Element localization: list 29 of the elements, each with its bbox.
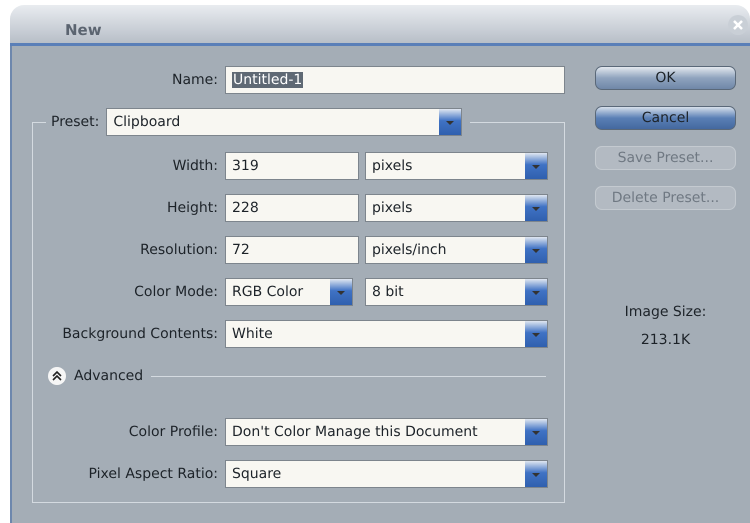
name-field[interactable]: Untitled-1 xyxy=(225,66,565,94)
bit-depth-dropdown[interactable]: 8 bit xyxy=(365,278,548,306)
image-size-label: Image Size: xyxy=(624,304,706,320)
number-field[interactable]: 72 xyxy=(225,236,359,264)
field-label: Name: xyxy=(170,72,219,88)
field-label: Height: xyxy=(166,200,219,216)
field-label: Preset: xyxy=(50,114,100,130)
unit-dropdown[interactable]: pixels xyxy=(365,152,548,180)
preset-dropdown[interactable]: Clipboard xyxy=(106,108,462,136)
unit-dropdown[interactable]: pixels/inch xyxy=(365,236,548,264)
color-mode-dropdown[interactable]: RGB Color xyxy=(225,278,353,306)
field-label: Width: xyxy=(172,158,219,174)
background-dropdown[interactable]: White xyxy=(225,320,548,348)
unit-dropdown[interactable]: pixels xyxy=(365,194,548,222)
field-label: Color Profile: xyxy=(128,424,219,440)
field-label: Resolution: xyxy=(139,242,219,258)
collapse-icon[interactable] xyxy=(48,367,66,385)
field-label: Color Mode: xyxy=(133,284,219,300)
image-size-value: 213.1K xyxy=(640,332,690,348)
field-label: Pixel Aspect Ratio: xyxy=(88,466,219,482)
section-label: Advanced xyxy=(74,368,144,384)
window-title: New xyxy=(65,21,102,39)
dialog-button[interactable]: Cancel xyxy=(595,106,736,130)
dialog-button[interactable]: OK xyxy=(595,66,736,90)
number-field[interactable]: 319 xyxy=(225,152,359,180)
option-dropdown[interactable]: Square xyxy=(225,460,548,488)
number-field[interactable]: 228 xyxy=(225,194,359,222)
field-label: Background Contents: xyxy=(61,326,219,342)
option-dropdown[interactable]: Don't Color Manage this Document xyxy=(225,418,548,446)
